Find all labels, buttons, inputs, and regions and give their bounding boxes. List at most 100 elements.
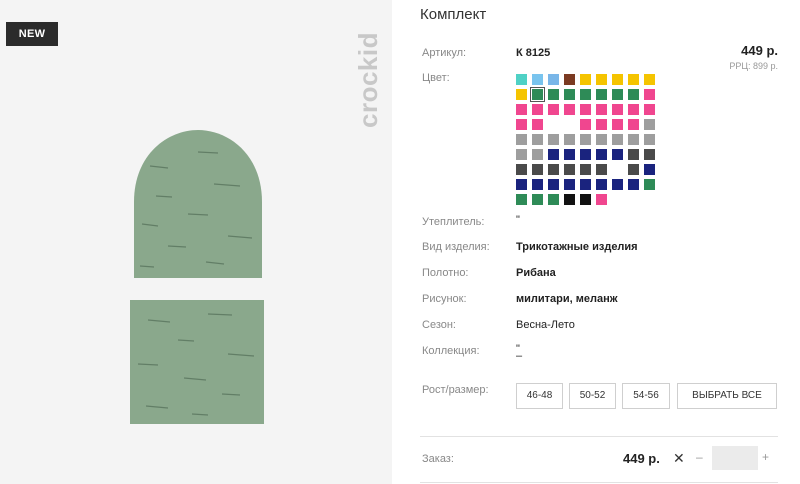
pattern-value: милитари, меланж — [516, 293, 618, 305]
color-swatch[interactable] — [516, 74, 527, 85]
color-swatch[interactable] — [516, 119, 527, 130]
color-swatch[interactable] — [596, 119, 607, 130]
color-swatch[interactable] — [628, 164, 639, 175]
color-swatch[interactable] — [548, 74, 559, 85]
color-swatch[interactable] — [548, 134, 559, 145]
color-swatch[interactable] — [644, 89, 655, 100]
color-swatch[interactable] — [532, 194, 543, 205]
color-swatch[interactable] — [612, 104, 623, 115]
color-swatch[interactable] — [644, 119, 655, 130]
color-swatch[interactable] — [644, 74, 655, 85]
quantity-input[interactable] — [712, 446, 758, 470]
color-swatch[interactable] — [580, 194, 591, 205]
color-swatch[interactable] — [564, 119, 575, 130]
color-swatch[interactable] — [532, 74, 543, 85]
color-swatch[interactable] — [596, 134, 607, 145]
select-all-sizes-button[interactable]: ВЫБРАТЬ ВСЕ — [677, 383, 777, 409]
color-swatch[interactable] — [644, 149, 655, 160]
color-swatch[interactable] — [628, 134, 639, 145]
color-swatch[interactable] — [596, 164, 607, 175]
color-swatch[interactable] — [596, 74, 607, 85]
size-label: Рост/размер: — [422, 384, 489, 396]
color-swatch[interactable] — [612, 164, 623, 175]
order-price: 449 р. — [623, 451, 660, 466]
fabric-label: Полотно: — [422, 267, 469, 279]
color-swatch[interactable] — [516, 179, 527, 190]
order-label: Заказ: — [422, 453, 454, 465]
color-swatch[interactable] — [548, 89, 559, 100]
color-label: Цвет: — [422, 72, 450, 84]
color-swatch[interactable] — [596, 194, 607, 205]
color-swatch[interactable] — [612, 179, 623, 190]
color-swatch-grid — [516, 74, 660, 205]
color-swatch[interactable] — [628, 104, 639, 115]
quantity-decrease-button[interactable]: – — [696, 450, 703, 464]
color-swatch[interactable] — [532, 164, 543, 175]
season-value: Весна-Лето — [516, 319, 575, 331]
season-label: Сезон: — [422, 319, 456, 331]
color-swatch[interactable] — [612, 149, 623, 160]
color-swatch[interactable] — [532, 134, 543, 145]
color-swatch[interactable] — [580, 164, 591, 175]
color-swatch[interactable] — [580, 149, 591, 160]
color-swatch[interactable] — [548, 119, 559, 130]
color-swatch[interactable] — [564, 89, 575, 100]
color-swatch[interactable] — [548, 179, 559, 190]
color-swatch[interactable] — [564, 74, 575, 85]
color-swatch[interactable] — [530, 87, 545, 102]
color-swatch[interactable] — [628, 74, 639, 85]
remove-order-icon[interactable]: ✕ — [673, 450, 685, 467]
collection-value-2: – — [516, 350, 523, 362]
color-swatch[interactable] — [580, 179, 591, 190]
collection-label: Коллекция: — [422, 345, 480, 357]
color-swatch[interactable] — [548, 149, 559, 160]
color-swatch[interactable] — [580, 89, 591, 100]
color-swatch[interactable] — [612, 89, 623, 100]
color-swatch[interactable] — [548, 104, 559, 115]
product-image[interactable] — [128, 126, 268, 426]
color-swatch[interactable] — [580, 119, 591, 130]
color-swatch[interactable] — [612, 119, 623, 130]
color-swatch[interactable] — [628, 89, 639, 100]
color-swatch[interactable] — [548, 164, 559, 175]
color-swatch[interactable] — [564, 179, 575, 190]
color-swatch[interactable] — [580, 74, 591, 85]
color-swatch[interactable] — [516, 164, 527, 175]
color-swatch[interactable] — [564, 164, 575, 175]
quantity-increase-button[interactable]: + — [762, 450, 769, 464]
color-swatch[interactable] — [564, 134, 575, 145]
type-label: Вид изделия: — [422, 241, 490, 253]
color-swatch[interactable] — [516, 134, 527, 145]
color-swatch[interactable] — [564, 104, 575, 115]
size-option-50-52[interactable]: 50-52 — [569, 383, 616, 409]
color-swatch[interactable] — [644, 134, 655, 145]
color-swatch[interactable] — [596, 149, 607, 160]
color-swatch[interactable] — [612, 74, 623, 85]
color-swatch[interactable] — [644, 104, 655, 115]
size-option-54-56[interactable]: 54-56 — [622, 383, 670, 409]
color-swatch[interactable] — [644, 179, 655, 190]
color-swatch[interactable] — [580, 134, 591, 145]
color-swatch[interactable] — [532, 179, 543, 190]
color-swatch[interactable] — [516, 104, 527, 115]
color-swatch[interactable] — [532, 119, 543, 130]
color-swatch[interactable] — [644, 164, 655, 175]
color-swatch[interactable] — [628, 179, 639, 190]
color-swatch[interactable] — [612, 134, 623, 145]
color-swatch[interactable] — [516, 194, 527, 205]
color-swatch[interactable] — [628, 149, 639, 160]
size-option-46-48[interactable]: 46-48 — [516, 383, 563, 409]
color-swatch[interactable] — [532, 104, 543, 115]
color-swatch[interactable] — [596, 179, 607, 190]
fabric-value: Рибана — [516, 267, 556, 279]
color-swatch[interactable] — [516, 89, 527, 100]
color-swatch[interactable] — [580, 104, 591, 115]
color-swatch[interactable] — [516, 149, 527, 160]
color-swatch[interactable] — [628, 119, 639, 130]
color-swatch[interactable] — [548, 194, 559, 205]
color-swatch[interactable] — [532, 149, 543, 160]
color-swatch[interactable] — [596, 104, 607, 115]
color-swatch[interactable] — [564, 149, 575, 160]
color-swatch[interactable] — [564, 194, 575, 205]
color-swatch[interactable] — [596, 89, 607, 100]
